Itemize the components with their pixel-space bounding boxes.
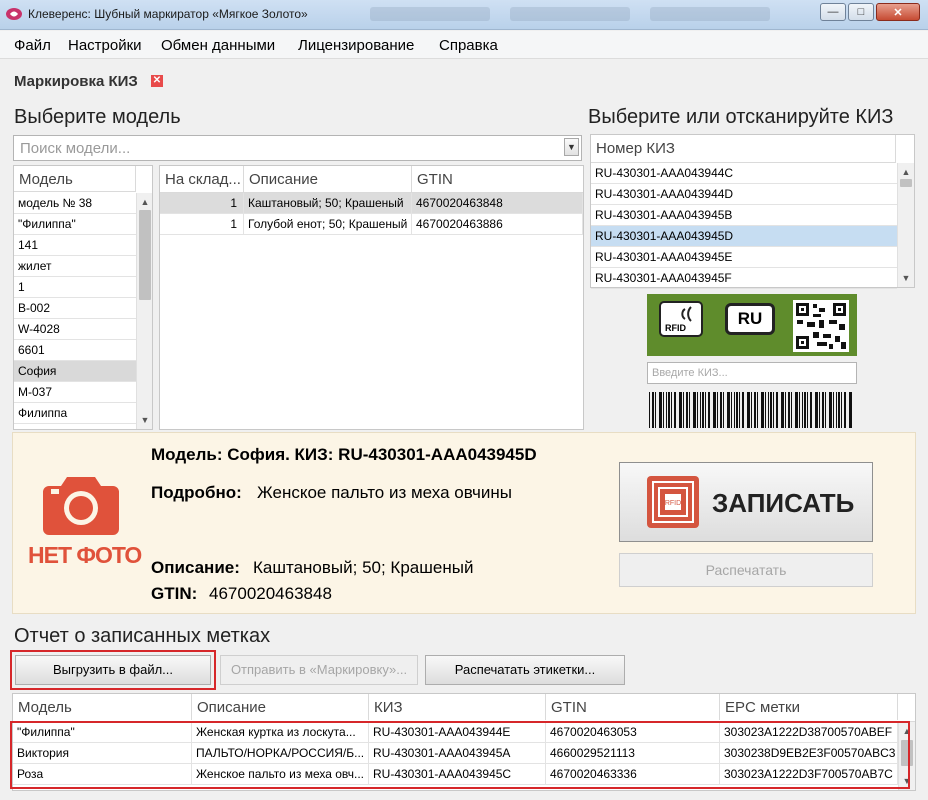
app-logo-icon bbox=[6, 8, 22, 20]
stock-cell: 4670020463848 bbox=[412, 193, 583, 213]
model-list-item[interactable]: "Филиппа" bbox=[14, 214, 136, 235]
print-button[interactable]: Распечатать bbox=[619, 553, 873, 587]
menu-bar: Файл Настройки Обмен данными Лицензирова… bbox=[0, 31, 928, 59]
description-label: Описание: bbox=[151, 558, 240, 577]
model-details-panel: НЕТ ФОТО Модель: София. КИЗ: RU-430301-A… bbox=[12, 432, 916, 614]
model-list-item[interactable]: модель № 38 bbox=[14, 193, 136, 214]
kiz-list-header[interactable]: Номер КИЗ bbox=[591, 135, 896, 163]
scroll-thumb[interactable] bbox=[139, 210, 151, 300]
rfid-badge: RFID bbox=[659, 301, 703, 337]
stock-row[interactable]: 1 Голубой енот; 50; Крашеный 4670020463886 bbox=[160, 214, 583, 235]
report-heading: Отчет о записанных метках bbox=[14, 625, 271, 647]
ru-badge: RU bbox=[725, 303, 775, 335]
send-to-marking-button[interactable]: Отправить в «Маркировку»... bbox=[220, 655, 418, 685]
models-scrollbar[interactable]: ▲ ▼ bbox=[136, 193, 152, 429]
scroll-up-icon[interactable]: ▲ bbox=[898, 165, 914, 179]
kiz-list-item[interactable]: RU-430301-AAA043945B bbox=[591, 205, 897, 226]
detail-label: Подробно: bbox=[151, 483, 242, 502]
kiz-list: Номер КИЗ RU-430301-AAA043944C RU-430301-… bbox=[590, 134, 915, 289]
rfid-badge-text: RFID bbox=[665, 323, 686, 333]
kiz-list-item[interactable]: RU-430301-AAA043945F bbox=[591, 268, 897, 289]
export-to-file-button[interactable]: Выгрузить в файл... bbox=[15, 655, 211, 685]
model-list-item[interactable]: B-002 bbox=[14, 298, 136, 319]
label-preview: RFID RU bbox=[647, 294, 857, 356]
stock-cell: 1 bbox=[160, 193, 244, 213]
rfid-signal-icon bbox=[681, 306, 692, 322]
kiz-scrollbar[interactable]: ▲ ▼ bbox=[897, 163, 914, 287]
close-window-button[interactable]: ✕ bbox=[876, 3, 920, 21]
col-gtin[interactable]: GTIN bbox=[412, 166, 583, 192]
stock-cell: Голубой енот; 50; Крашеный bbox=[244, 214, 412, 234]
col-model[interactable]: Модель bbox=[13, 694, 192, 720]
model-search-combobox[interactable]: Поиск модели... ▼ bbox=[13, 135, 582, 161]
scroll-up-icon[interactable]: ▲ bbox=[137, 195, 153, 209]
models-list: Модель модель № 38 "Филиппа" 141 жилет 1 B-00… bbox=[13, 165, 153, 430]
scroll-thumb[interactable] bbox=[900, 179, 912, 187]
models-list-header[interactable]: Модель bbox=[14, 166, 136, 192]
menu-licensing[interactable]: Лицензирование bbox=[298, 37, 414, 54]
window-title: Клеверенс: Шубный маркиратор «Мягкое Зол… bbox=[28, 7, 308, 21]
model-search-placeholder: Поиск модели... bbox=[20, 140, 131, 157]
write-button-label: ЗАПИСАТЬ bbox=[712, 488, 855, 518]
close-tab-icon[interactable]: ✕ bbox=[151, 75, 163, 87]
kiz-heading: Выберите или отсканируйте КИЗ bbox=[588, 106, 894, 128]
tab-title: Маркировка КИЗ bbox=[14, 73, 138, 90]
model-list-item[interactable]: София bbox=[14, 361, 136, 382]
stock-cell: Каштановый; 50; Крашеный bbox=[244, 193, 412, 213]
model-list-item[interactable]: жилет bbox=[14, 256, 136, 277]
menu-file[interactable]: Файл bbox=[14, 37, 51, 54]
col-epc[interactable]: EPC метки bbox=[720, 694, 898, 720]
kiz-input-placeholder: Введите КИЗ... bbox=[652, 367, 728, 379]
col-description[interactable]: Описание bbox=[244, 166, 412, 192]
gtin-value: 4670020463848 bbox=[209, 584, 332, 603]
kiz-list-item[interactable]: RU-430301-AAA043945E bbox=[591, 247, 897, 268]
model-list-item[interactable]: 1 bbox=[14, 277, 136, 298]
model-list-item[interactable]: M-037 bbox=[14, 382, 136, 403]
scroll-down-icon[interactable]: ▼ bbox=[137, 413, 153, 427]
model-list-item[interactable]: 6601 bbox=[14, 340, 136, 361]
menu-data-exchange[interactable]: Обмен данными bbox=[161, 37, 275, 54]
col-kiz[interactable]: КИЗ bbox=[369, 694, 546, 720]
kiz-list-item[interactable]: RU-430301-AAA043944D bbox=[591, 184, 897, 205]
kiz-input[interactable]: Введите КИЗ... bbox=[647, 362, 857, 384]
gtin-label: GTIN: bbox=[151, 584, 198, 603]
detail-value: Женское пальто из меха овчины bbox=[257, 483, 512, 502]
barcode-icon bbox=[649, 392, 852, 428]
maximize-button[interactable]: □ bbox=[848, 3, 874, 21]
stock-row[interactable]: 1 Каштановый; 50; Крашеный 4670020463848 bbox=[160, 193, 583, 214]
details-title: Модель: София. КИЗ: RU-430301-AAA043945D bbox=[151, 445, 537, 464]
models-heading: Выберите модель bbox=[14, 106, 181, 128]
kiz-list-item[interactable]: RU-430301-AAA043944C bbox=[591, 163, 897, 184]
minimize-button[interactable]: — bbox=[820, 3, 846, 21]
write-button[interactable]: RFID ЗАПИСАТЬ bbox=[619, 462, 873, 542]
description-value: Каштановый; 50; Крашеный bbox=[253, 558, 474, 577]
stock-table: На склад... Описание GTIN 1 Каштановый; 5… bbox=[159, 165, 584, 430]
print-labels-button[interactable]: Распечатать этикетки... bbox=[425, 655, 625, 685]
report-table-header: Модель Описание КИЗ GTIN EPC метки bbox=[13, 694, 915, 722]
col-gtin[interactable]: GTIN bbox=[546, 694, 720, 720]
model-list-item[interactable]: 141 bbox=[14, 235, 136, 256]
stock-table-header: На склад... Описание GTIN bbox=[160, 166, 583, 193]
scroll-down-icon[interactable]: ▼ bbox=[898, 271, 914, 285]
rfid-chip-text: RFID bbox=[665, 500, 681, 507]
title-bar: Клеверенс: Шубный маркиратор «Мягкое Зол… bbox=[0, 0, 928, 30]
menu-help[interactable]: Справка bbox=[439, 37, 498, 54]
no-photo-label: НЕТ ФОТО bbox=[28, 542, 142, 568]
col-description[interactable]: Описание bbox=[192, 694, 369, 720]
model-list-item[interactable]: Филиппа bbox=[14, 403, 136, 424]
model-list-item[interactable]: W-4028 bbox=[14, 319, 136, 340]
chevron-down-icon[interactable]: ▼ bbox=[564, 138, 579, 156]
kiz-list-item[interactable]: RU-430301-AAA043945D bbox=[591, 226, 897, 247]
stock-cell: 4670020463886 bbox=[412, 214, 583, 234]
highlight-report-rows bbox=[10, 721, 910, 789]
rfid-chip-icon: RFID bbox=[647, 476, 699, 528]
col-stock[interactable]: На склад... bbox=[160, 166, 244, 192]
menu-settings[interactable]: Настройки bbox=[68, 37, 142, 54]
stock-cell: 1 bbox=[160, 214, 244, 234]
qr-code-icon bbox=[793, 300, 849, 352]
taskbar-blur bbox=[360, 4, 800, 24]
camera-icon bbox=[43, 477, 119, 535]
